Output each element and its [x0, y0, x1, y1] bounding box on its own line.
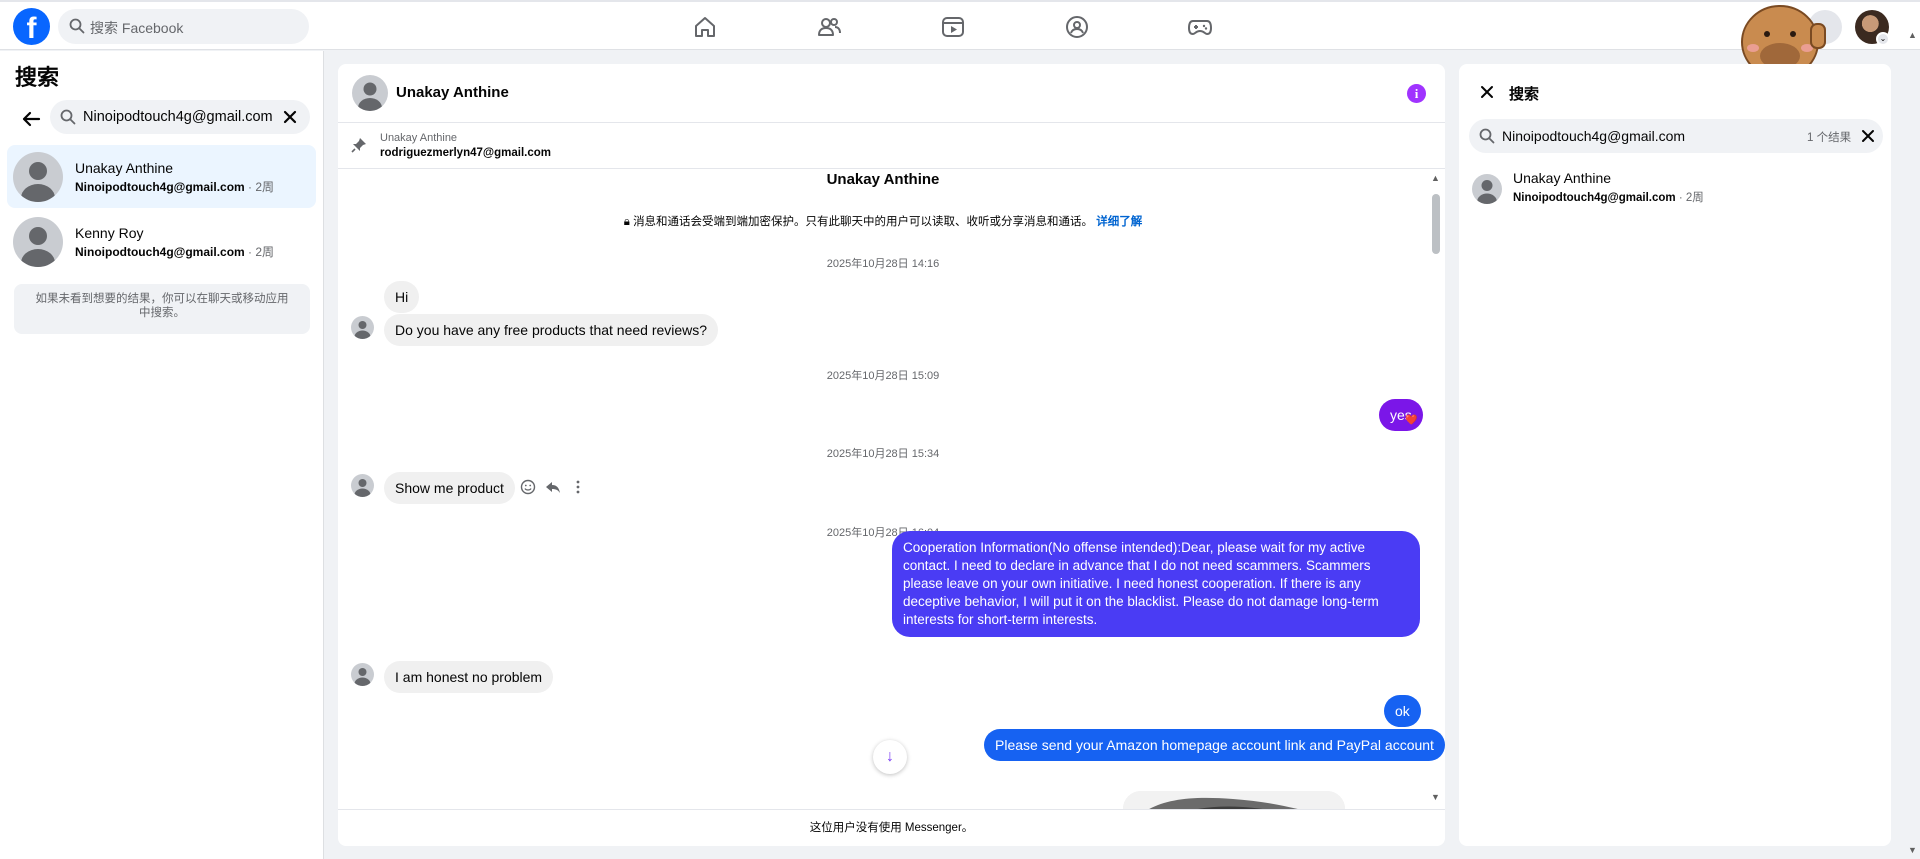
panel-title: 搜索	[15, 65, 60, 90]
conversation-search-input[interactable]: Ninoipodtouch4g@gmail.com	[50, 100, 310, 134]
default-avatar-icon	[351, 663, 374, 686]
scroll-down-arrow-icon[interactable]: ▼	[1431, 792, 1440, 802]
facebook-search-input[interactable]: 搜索 Facebook	[58, 9, 309, 44]
incoming-message[interactable]: Do you have any free products that need …	[384, 314, 719, 346]
chat-contact-name[interactable]: Unakay Anthine	[396, 84, 509, 101]
video-icon[interactable]	[940, 14, 966, 40]
result-email: Ninoipodtouch4g@gmail.com	[1513, 192, 1676, 204]
clear-search-icon[interactable]	[1859, 127, 1877, 145]
window-scroll-down-icon[interactable]: ▼	[1908, 845, 1917, 855]
search-icon	[60, 109, 76, 125]
pin-icon	[351, 138, 366, 153]
close-icon[interactable]	[1479, 84, 1495, 100]
conversation-name: Kenny Roy	[75, 225, 144, 241]
conversation-subtitle: Ninoipodtouch4g@gmail.com · 2周	[75, 243, 274, 260]
info-icon[interactable]: i	[1407, 84, 1426, 103]
default-avatar-icon	[13, 217, 63, 267]
pinned-message[interactable]: Unakay Anthine rodriguezmerlyn47@gmail.c…	[338, 123, 1445, 169]
result-time: · 2周	[1675, 192, 1704, 204]
chat-header: Unakay Anthine i	[338, 64, 1445, 123]
encryption-notice: 🔒︎ 消息和通话会受端到端加密保护。只有此聊天中的用户可以读取、收听或分享消息和…	[338, 213, 1428, 229]
outgoing-message[interactable]: Please send your Amazon homepage account…	[984, 729, 1445, 761]
incoming-message[interactable]: Show me product	[384, 472, 515, 504]
conversation-time: · 2周	[244, 245, 275, 259]
arrow-down-icon: ↓	[886, 748, 894, 765]
scroll-up-arrow-icon[interactable]: ▲	[1431, 173, 1440, 183]
result-count: 1 个结果	[1807, 132, 1852, 144]
default-avatar-icon	[351, 316, 374, 339]
result-subtitle: Ninoipodtouch4g@gmail.com · 2周	[1513, 189, 1704, 205]
result-name: Unakay Anthine	[1513, 170, 1612, 186]
panel-title: 搜索	[1509, 86, 1540, 103]
heart-reaction-icon[interactable]: ❤️	[1405, 415, 1417, 426]
search-icon	[1479, 128, 1495, 144]
reply-icon[interactable]	[545, 479, 561, 495]
search-hint: 如果未看到想要的结果，你可以在聊天或移动应用中搜索。	[14, 284, 310, 334]
left-search-panel: 搜索 Ninoipodtouch4g@gmail.com Unakay Anth…	[0, 51, 324, 859]
chat-title: Unakay Anthine	[826, 171, 940, 188]
timestamp: 2025年10月28日 14:16	[826, 258, 940, 270]
outgoing-message[interactable]: ok	[1384, 695, 1421, 727]
clear-search-icon[interactable]	[280, 107, 300, 127]
default-avatar-icon	[13, 152, 63, 202]
conversation-item[interactable]: Kenny Roy Ninoipodtouch4g@gmail.com · 2周	[7, 210, 316, 273]
search-placeholder: 搜索 Facebook	[90, 20, 184, 36]
search-result-item[interactable]: Unakay Anthine Ninoipodtouch4g@gmail.com…	[1469, 164, 1883, 212]
chevron-down-icon[interactable]: ⌄	[1876, 32, 1890, 46]
right-search-panel: 搜索 Ninoipodtouch4g@gmail.com 1 个结果 Unaka…	[1459, 64, 1891, 846]
scroll-to-bottom-button[interactable]: ↓	[873, 740, 907, 774]
emoji-reaction-icon[interactable]	[520, 479, 536, 495]
pinned-sender: Unakay Anthine	[380, 132, 458, 144]
search-icon	[69, 18, 85, 34]
chat-scrollbar-thumb[interactable]	[1432, 194, 1440, 254]
window-scroll-up-icon[interactable]: ▲	[1908, 30, 1917, 40]
groups-icon[interactable]	[1064, 14, 1090, 40]
conversation-subtitle: Ninoipodtouch4g@gmail.com · 2周	[75, 178, 274, 195]
message-list[interactable]: Unakay Anthine 🔒︎ 消息和通话会受端到端加密保护。只有此聊天中的…	[338, 169, 1445, 809]
lock-icon: 🔒︎	[623, 216, 630, 228]
chat-window: Unakay Anthine i Unakay Anthine rodrigue…	[338, 64, 1445, 846]
search-value: Ninoipodtouch4g@gmail.com	[1502, 128, 1686, 144]
search-value: Ninoipodtouch4g@gmail.com	[83, 109, 273, 125]
back-arrow-icon[interactable]	[19, 107, 43, 131]
home-icon[interactable]	[692, 14, 718, 40]
image-attachment[interactable]	[1123, 791, 1345, 809]
conversation-email: Ninoipodtouch4g@gmail.com	[75, 245, 245, 259]
timestamp: 2025年10月28日 15:09	[826, 370, 940, 382]
conversation-item[interactable]: Unakay Anthine Ninoipodtouch4g@gmail.com…	[7, 145, 316, 208]
conversation-time: · 2周	[244, 180, 275, 194]
conversation-name: Unakay Anthine	[75, 160, 174, 176]
friends-icon[interactable]	[816, 14, 842, 40]
default-avatar-icon[interactable]	[352, 75, 388, 111]
conversation-email: Ninoipodtouch4g@gmail.com	[75, 180, 245, 194]
incoming-message[interactable]: Hi	[384, 281, 420, 313]
messenger-notice: 这位用户没有使用 Messenger。	[338, 809, 1445, 846]
pinned-text: rodriguezmerlyn47@gmail.com	[380, 147, 551, 159]
top-navigation-bar: f 搜索 Facebook ⌄	[0, 0, 1920, 50]
more-options-icon[interactable]	[570, 479, 586, 495]
in-chat-search-input[interactable]: Ninoipodtouch4g@gmail.com 1 个结果	[1469, 119, 1883, 153]
incoming-message[interactable]: I am honest no problem	[384, 661, 554, 693]
default-avatar-icon	[1472, 174, 1502, 204]
outgoing-message[interactable]: Cooperation Information(No offense inten…	[892, 531, 1420, 637]
learn-more-link[interactable]: 详细了解	[1096, 216, 1142, 228]
encryption-text: 消息和通话会受端到端加密保护。只有此聊天中的用户可以读取、收听或分享消息和通话。	[633, 216, 1094, 228]
gaming-icon[interactable]	[1187, 14, 1213, 40]
default-avatar-icon	[351, 474, 374, 497]
facebook-logo-icon[interactable]: f	[13, 8, 50, 45]
timestamp: 2025年10月28日 15:34	[826, 448, 940, 460]
